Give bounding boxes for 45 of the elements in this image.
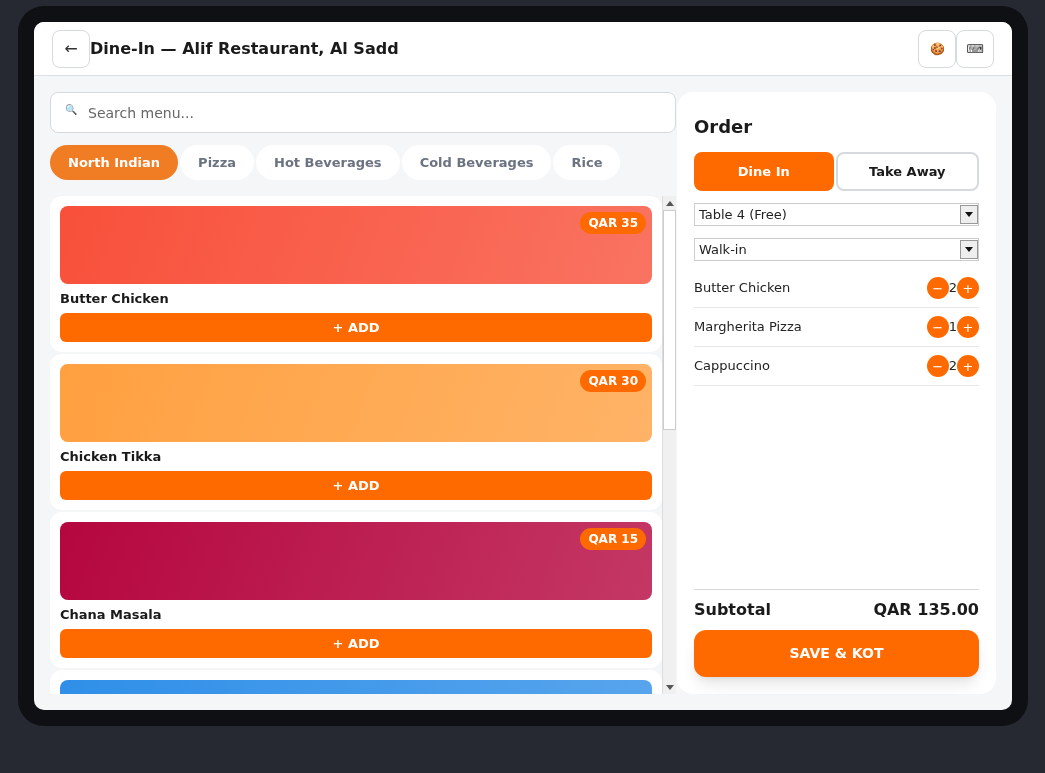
quantity: 1 xyxy=(948,318,957,337)
scroll-down-icon[interactable] xyxy=(665,684,674,690)
category-tab[interactable]: Pizza xyxy=(180,145,254,180)
quantity: 2 xyxy=(948,357,957,376)
category-tab[interactable]: North Indian xyxy=(50,145,179,180)
add-button[interactable]: + ADD xyxy=(60,313,652,342)
increase-button[interactable]: + xyxy=(957,355,979,377)
price-badge: QAR 35 xyxy=(580,212,646,234)
category-tab[interactable]: Rice xyxy=(553,145,621,180)
keyboard-button[interactable]: ⌨ xyxy=(956,29,994,68)
category-tab[interactable]: Cold Beverages xyxy=(401,145,552,180)
increase-button[interactable]: + xyxy=(957,316,979,338)
decrease-button[interactable]: − xyxy=(926,355,949,377)
order-type-tab[interactable]: Dine In xyxy=(694,152,834,191)
price-badge: QAR 30 xyxy=(580,370,646,392)
order-type-tab[interactable]: Take Away xyxy=(835,152,979,191)
table-select[interactable]: Table 4 (Free) xyxy=(694,203,979,226)
increase-button[interactable]: + xyxy=(957,277,979,299)
quantity: 2 xyxy=(948,279,957,298)
scroll-thumb[interactable] xyxy=(663,210,676,430)
subtotal-amount: QAR 135.00 xyxy=(873,599,979,621)
subtotal-label: Subtotal xyxy=(694,599,771,621)
add-button[interactable]: + ADD xyxy=(60,629,652,658)
dish-name: Butter Chicken xyxy=(60,290,170,307)
scrollbar[interactable] xyxy=(662,196,676,694)
decrease-button[interactable]: − xyxy=(926,316,949,338)
order-item-name: Cappuccino xyxy=(694,357,771,376)
dropdown-arrow-icon xyxy=(965,247,973,252)
dish-name: Chicken Tikka xyxy=(60,448,163,465)
scroll-up-icon[interactable] xyxy=(665,200,674,206)
order-item-name: Margherita Pizza xyxy=(694,318,803,337)
customer-select[interactable]: Walk-in xyxy=(694,238,979,261)
cookie-button[interactable]: 🍪 xyxy=(918,29,956,68)
decrease-button[interactable]: − xyxy=(926,277,949,299)
search-icon: 🔍 xyxy=(65,105,77,115)
page-title: Dine-In — Alif Restaurant, Al Sadd xyxy=(90,37,399,60)
dropdown-arrow-icon xyxy=(965,212,973,217)
back-button[interactable]: ← xyxy=(52,29,90,68)
save-kot-button[interactable]: SAVE & KOT xyxy=(694,630,979,677)
category-tab[interactable]: Hot Beverages xyxy=(256,145,400,180)
dish-name: Chana Masala xyxy=(60,606,163,623)
add-button[interactable]: + ADD xyxy=(60,471,652,500)
price-badge: QAR 15 xyxy=(580,528,646,550)
order-title: Order xyxy=(694,115,754,139)
order-item-name: Butter Chicken xyxy=(694,279,792,298)
